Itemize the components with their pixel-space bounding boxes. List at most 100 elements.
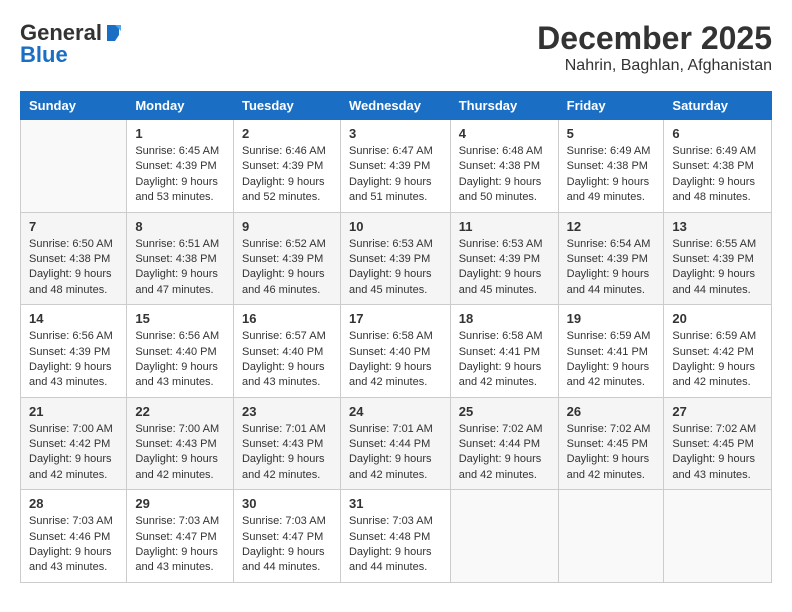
calendar-week-row: 1 Sunrise: 6:45 AM Sunset: 4:39 PM Dayli… xyxy=(21,120,772,213)
calendar-day-cell: 28 Sunrise: 7:03 AM Sunset: 4:46 PM Dayl… xyxy=(21,490,127,583)
daylight-text: Daylight: 9 hours and 51 minutes. xyxy=(349,176,432,203)
day-number: 17 xyxy=(349,311,442,326)
day-info: Sunrise: 7:02 AM Sunset: 4:45 PM Dayligh… xyxy=(672,422,763,484)
day-info: Sunrise: 6:53 AM Sunset: 4:39 PM Dayligh… xyxy=(459,237,550,299)
weekday-header: Friday xyxy=(558,92,664,120)
sunset-text: Sunset: 4:39 PM xyxy=(349,253,430,265)
day-info: Sunrise: 6:59 AM Sunset: 4:41 PM Dayligh… xyxy=(567,329,656,391)
day-info: Sunrise: 7:03 AM Sunset: 4:46 PM Dayligh… xyxy=(29,514,118,576)
day-info: Sunrise: 7:02 AM Sunset: 4:45 PM Dayligh… xyxy=(567,422,656,484)
daylight-text: Daylight: 9 hours and 42 minutes. xyxy=(349,361,432,388)
sunrise-text: Sunrise: 7:02 AM xyxy=(459,423,543,435)
calendar-table: SundayMondayTuesdayWednesdayThursdayFrid… xyxy=(20,91,772,583)
sunrise-text: Sunrise: 7:00 AM xyxy=(135,423,219,435)
calendar-day-cell xyxy=(664,490,772,583)
daylight-text: Daylight: 9 hours and 42 minutes. xyxy=(29,453,112,480)
daylight-text: Daylight: 9 hours and 45 minutes. xyxy=(459,268,542,295)
day-info: Sunrise: 7:00 AM Sunset: 4:43 PM Dayligh… xyxy=(135,422,225,484)
calendar-day-cell xyxy=(21,120,127,213)
calendar-day-cell xyxy=(558,490,664,583)
day-info: Sunrise: 7:03 AM Sunset: 4:48 PM Dayligh… xyxy=(349,514,442,576)
daylight-text: Daylight: 9 hours and 46 minutes. xyxy=(242,268,325,295)
sunset-text: Sunset: 4:38 PM xyxy=(672,160,753,172)
daylight-text: Daylight: 9 hours and 45 minutes. xyxy=(349,268,432,295)
day-info: Sunrise: 6:56 AM Sunset: 4:39 PM Dayligh… xyxy=(29,329,118,391)
day-number: 7 xyxy=(29,219,118,234)
sunrise-text: Sunrise: 6:50 AM xyxy=(29,238,113,250)
sunset-text: Sunset: 4:38 PM xyxy=(135,253,216,265)
day-info: Sunrise: 6:59 AM Sunset: 4:42 PM Dayligh… xyxy=(672,329,763,391)
sunrise-text: Sunrise: 7:03 AM xyxy=(349,515,433,527)
daylight-text: Daylight: 9 hours and 44 minutes. xyxy=(672,268,755,295)
calendar-day-cell: 24 Sunrise: 7:01 AM Sunset: 4:44 PM Dayl… xyxy=(340,397,450,490)
daylight-text: Daylight: 9 hours and 43 minutes. xyxy=(135,546,218,573)
weekday-header: Wednesday xyxy=(340,92,450,120)
sunrise-text: Sunrise: 6:56 AM xyxy=(29,330,113,342)
daylight-text: Daylight: 9 hours and 42 minutes. xyxy=(672,361,755,388)
day-info: Sunrise: 6:49 AM Sunset: 4:38 PM Dayligh… xyxy=(672,144,763,206)
daylight-text: Daylight: 9 hours and 43 minutes. xyxy=(29,546,112,573)
day-number: 26 xyxy=(567,404,656,419)
calendar-week-row: 7 Sunrise: 6:50 AM Sunset: 4:38 PM Dayli… xyxy=(21,212,772,305)
page-header: General Blue December 2025 Nahrin, Baghl… xyxy=(20,20,772,75)
sunset-text: Sunset: 4:39 PM xyxy=(459,253,540,265)
daylight-text: Daylight: 9 hours and 52 minutes. xyxy=(242,176,325,203)
sunrise-text: Sunrise: 7:03 AM xyxy=(135,515,219,527)
sunrise-text: Sunrise: 7:01 AM xyxy=(242,423,326,435)
calendar-day-cell: 21 Sunrise: 7:00 AM Sunset: 4:42 PM Dayl… xyxy=(21,397,127,490)
sunset-text: Sunset: 4:45 PM xyxy=(567,438,648,450)
sunset-text: Sunset: 4:47 PM xyxy=(135,531,216,543)
calendar-day-cell: 6 Sunrise: 6:49 AM Sunset: 4:38 PM Dayli… xyxy=(664,120,772,213)
daylight-text: Daylight: 9 hours and 42 minutes. xyxy=(567,361,650,388)
sunrise-text: Sunrise: 6:55 AM xyxy=(672,238,756,250)
day-info: Sunrise: 6:51 AM Sunset: 4:38 PM Dayligh… xyxy=(135,237,225,299)
sunrise-text: Sunrise: 6:51 AM xyxy=(135,238,219,250)
day-info: Sunrise: 6:56 AM Sunset: 4:40 PM Dayligh… xyxy=(135,329,225,391)
day-info: Sunrise: 6:46 AM Sunset: 4:39 PM Dayligh… xyxy=(242,144,332,206)
sunset-text: Sunset: 4:47 PM xyxy=(242,531,323,543)
calendar-day-cell: 5 Sunrise: 6:49 AM Sunset: 4:38 PM Dayli… xyxy=(558,120,664,213)
day-number: 3 xyxy=(349,126,442,141)
day-number: 1 xyxy=(135,126,225,141)
calendar-day-cell: 2 Sunrise: 6:46 AM Sunset: 4:39 PM Dayli… xyxy=(233,120,340,213)
day-info: Sunrise: 7:01 AM Sunset: 4:43 PM Dayligh… xyxy=(242,422,332,484)
day-info: Sunrise: 6:48 AM Sunset: 4:38 PM Dayligh… xyxy=(459,144,550,206)
sunset-text: Sunset: 4:46 PM xyxy=(29,531,110,543)
sunset-text: Sunset: 4:39 PM xyxy=(242,253,323,265)
day-info: Sunrise: 7:00 AM Sunset: 4:42 PM Dayligh… xyxy=(29,422,118,484)
daylight-text: Daylight: 9 hours and 42 minutes. xyxy=(459,453,542,480)
daylight-text: Daylight: 9 hours and 53 minutes. xyxy=(135,176,218,203)
daylight-text: Daylight: 9 hours and 44 minutes. xyxy=(567,268,650,295)
sunrise-text: Sunrise: 6:45 AM xyxy=(135,145,219,157)
day-number: 15 xyxy=(135,311,225,326)
sunset-text: Sunset: 4:40 PM xyxy=(242,346,323,358)
sunrise-text: Sunrise: 7:02 AM xyxy=(672,423,756,435)
daylight-text: Daylight: 9 hours and 48 minutes. xyxy=(672,176,755,203)
day-number: 31 xyxy=(349,496,442,511)
day-info: Sunrise: 6:49 AM Sunset: 4:38 PM Dayligh… xyxy=(567,144,656,206)
title-area: December 2025 Nahrin, Baghlan, Afghanist… xyxy=(537,20,772,75)
calendar-day-cell: 4 Sunrise: 6:48 AM Sunset: 4:38 PM Dayli… xyxy=(450,120,558,213)
sunset-text: Sunset: 4:45 PM xyxy=(672,438,753,450)
day-info: Sunrise: 6:52 AM Sunset: 4:39 PM Dayligh… xyxy=(242,237,332,299)
day-number: 10 xyxy=(349,219,442,234)
day-info: Sunrise: 6:55 AM Sunset: 4:39 PM Dayligh… xyxy=(672,237,763,299)
sunset-text: Sunset: 4:38 PM xyxy=(29,253,110,265)
calendar-day-cell: 30 Sunrise: 7:03 AM Sunset: 4:47 PM Dayl… xyxy=(233,490,340,583)
sunset-text: Sunset: 4:48 PM xyxy=(349,531,430,543)
daylight-text: Daylight: 9 hours and 44 minutes. xyxy=(349,546,432,573)
sunset-text: Sunset: 4:40 PM xyxy=(349,346,430,358)
calendar-day-cell: 1 Sunrise: 6:45 AM Sunset: 4:39 PM Dayli… xyxy=(127,120,234,213)
calendar-week-row: 14 Sunrise: 6:56 AM Sunset: 4:39 PM Dayl… xyxy=(21,305,772,398)
sunset-text: Sunset: 4:40 PM xyxy=(135,346,216,358)
daylight-text: Daylight: 9 hours and 42 minutes. xyxy=(567,453,650,480)
day-number: 4 xyxy=(459,126,550,141)
calendar-day-cell: 25 Sunrise: 7:02 AM Sunset: 4:44 PM Dayl… xyxy=(450,397,558,490)
location-title: Nahrin, Baghlan, Afghanistan xyxy=(537,57,772,75)
sunset-text: Sunset: 4:38 PM xyxy=(459,160,540,172)
calendar-day-cell: 23 Sunrise: 7:01 AM Sunset: 4:43 PM Dayl… xyxy=(233,397,340,490)
daylight-text: Daylight: 9 hours and 42 minutes. xyxy=(349,453,432,480)
weekday-header: Sunday xyxy=(21,92,127,120)
sunset-text: Sunset: 4:41 PM xyxy=(567,346,648,358)
sunset-text: Sunset: 4:43 PM xyxy=(135,438,216,450)
